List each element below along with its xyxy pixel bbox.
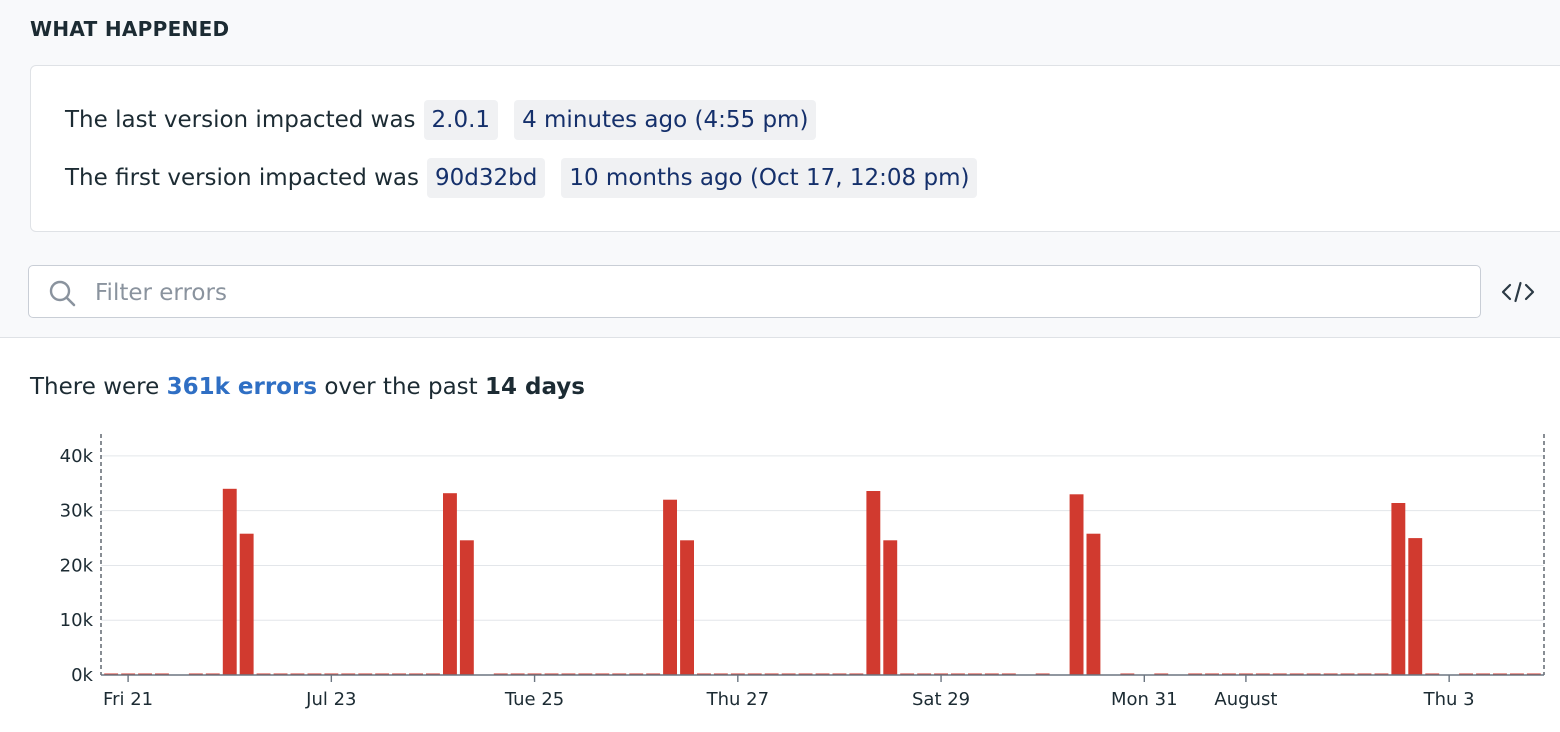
- versions-card: The last version impacted was 2.0.1 4 mi…: [30, 65, 1560, 232]
- first-version-prefix: The first version impacted was: [65, 165, 419, 191]
- y-tick-label: 30k: [60, 501, 94, 522]
- first-version-time-chip[interactable]: 10 months ago (Oct 17, 12:08 pm): [561, 158, 978, 198]
- last-version-line: The last version impacted was 2.0.1 4 mi…: [65, 100, 817, 140]
- chart-bar[interactable]: [663, 499, 677, 675]
- section-title: WHAT HAPPENED: [30, 17, 230, 41]
- summary-middle: over the past: [324, 374, 478, 400]
- chart-bar[interactable]: [1391, 503, 1406, 675]
- y-tick-label: 20k: [60, 555, 94, 576]
- chart-bar[interactable]: [459, 540, 474, 675]
- chart-bar[interactable]: [222, 488, 237, 675]
- x-tick-label: Thu 3: [1423, 689, 1475, 710]
- chart-bar[interactable]: [883, 540, 898, 675]
- x-tick-label: Thu 27: [706, 689, 769, 710]
- code-toggle-button[interactable]: [1498, 277, 1538, 307]
- summary-period: 14 days: [485, 374, 585, 400]
- y-tick-label: 10k: [60, 610, 94, 631]
- chart-bar[interactable]: [866, 491, 881, 675]
- x-tick-label: Tue 25: [504, 689, 564, 710]
- top-panel: WHAT HAPPENED The last version impacted …: [0, 0, 1560, 338]
- search-icon: [49, 280, 76, 307]
- x-tick-label: Jul 23: [305, 689, 356, 710]
- summary-prefix: There were: [30, 374, 160, 400]
- chart-bar[interactable]: [1408, 538, 1423, 675]
- last-version-prefix: The last version impacted was: [65, 107, 416, 133]
- y-tick-label: 40k: [60, 446, 94, 467]
- x-tick-label: Sat 29: [912, 689, 970, 710]
- filter-box[interactable]: [28, 265, 1481, 318]
- filter-input[interactable]: [93, 270, 1467, 315]
- first-version-line: The first version impacted was 90d32bd 1…: [65, 158, 978, 198]
- first-version-chip[interactable]: 90d32bd: [427, 158, 546, 198]
- x-tick-label: Mon 31: [1111, 689, 1178, 710]
- chart-bar[interactable]: [1086, 533, 1101, 675]
- x-tick-label: Fri 21: [103, 689, 153, 710]
- errors-bar-chart: 0k 10k 20k 30k 40k Fri 21 Jul 23 Tue 25 Thu 27 Sa…: [60, 434, 1545, 710]
- chart-bar[interactable]: [680, 540, 694, 675]
- chart-bar[interactable]: [239, 533, 254, 675]
- code-icon: [1501, 281, 1535, 303]
- chart-bar[interactable]: [443, 493, 457, 675]
- x-tick-label: August: [1214, 689, 1277, 710]
- last-version-time-chip[interactable]: 4 minutes ago (4:55 pm): [514, 100, 817, 140]
- error-summary: There were 361k errors over the past 14 …: [30, 374, 585, 400]
- error-count-link[interactable]: 361k errors: [167, 374, 317, 400]
- last-version-chip[interactable]: 2.0.1: [423, 100, 499, 140]
- chart-bar[interactable]: [1069, 494, 1084, 676]
- y-tick-label: 0k: [71, 665, 93, 686]
